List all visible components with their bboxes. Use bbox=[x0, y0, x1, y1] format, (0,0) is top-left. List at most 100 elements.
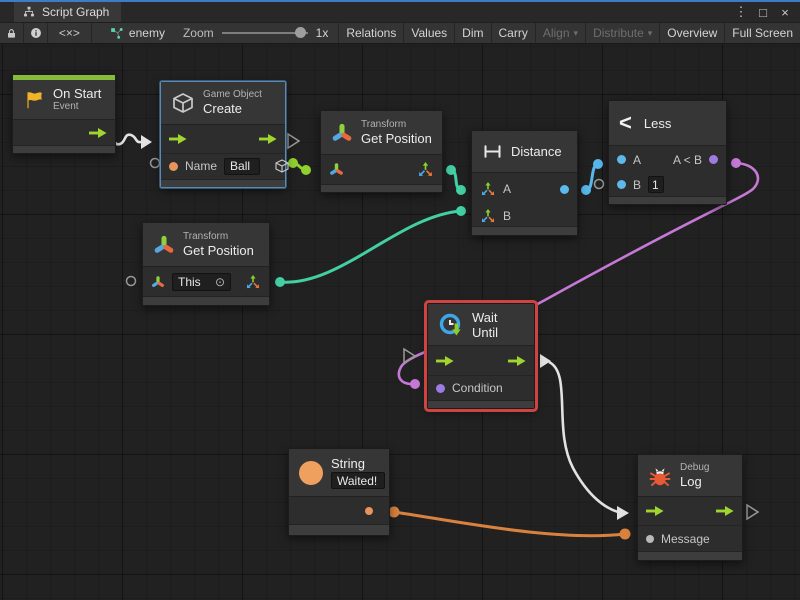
node-header: Distance bbox=[472, 131, 577, 173]
port-row: This ⊙ bbox=[143, 267, 269, 297]
node-footer bbox=[143, 297, 269, 305]
port-row: Name bbox=[161, 154, 285, 180]
result-output-port[interactable] bbox=[709, 155, 718, 164]
transform-input-port[interactable] bbox=[329, 162, 344, 177]
vector3-input-port[interactable] bbox=[480, 208, 496, 224]
port-label: A bbox=[633, 153, 641, 167]
flow-input-arrow-icon[interactable] bbox=[436, 356, 454, 366]
relations-button[interactable]: Relations bbox=[338, 23, 403, 43]
tab-title: Script Graph bbox=[42, 5, 109, 19]
carry-button[interactable]: Carry bbox=[491, 23, 535, 43]
node-title: Distance bbox=[511, 144, 562, 159]
code-icon: <×> bbox=[59, 26, 80, 40]
dim-button[interactable]: Dim bbox=[454, 23, 490, 43]
node-get-position-top[interactable]: Transform Get Position bbox=[320, 110, 443, 193]
node-header: String bbox=[289, 449, 389, 497]
a-input-port[interactable] bbox=[617, 155, 626, 164]
flow-input-arrow-icon[interactable] bbox=[646, 506, 664, 516]
cube-icon bbox=[171, 91, 195, 115]
transform-icon bbox=[331, 122, 353, 144]
node-distance[interactable]: Distance A B bbox=[471, 130, 578, 236]
flow-output-arrow-icon[interactable] bbox=[716, 506, 734, 516]
flow-output-arrow-icon[interactable] bbox=[259, 134, 277, 144]
code-preview-button[interactable]: <×> bbox=[48, 23, 92, 43]
wait-clock-icon bbox=[438, 312, 464, 338]
zoom-slider[interactable] bbox=[222, 27, 308, 39]
distance-icon bbox=[482, 141, 503, 162]
port-row: B bbox=[472, 205, 577, 227]
node-title: On Start bbox=[53, 86, 101, 102]
port-row: Message bbox=[638, 526, 742, 552]
node-string[interactable]: String bbox=[288, 448, 390, 536]
unconnected-flow-triangle bbox=[404, 349, 415, 363]
unconnected-port-circle bbox=[127, 277, 136, 286]
inspect-button[interactable] bbox=[24, 23, 48, 43]
name-input[interactable] bbox=[224, 158, 260, 175]
node-less[interactable]: < Less A A < B B bbox=[608, 100, 727, 205]
node-debug-log[interactable]: Debug Log Message bbox=[637, 454, 743, 561]
maximize-icon[interactable]: □ bbox=[754, 5, 772, 20]
string-value-input[interactable] bbox=[331, 472, 385, 489]
graph-toolbar: <×> enemy Zoom 1x Relations Values Dim C… bbox=[0, 22, 800, 44]
node-footer bbox=[472, 227, 577, 235]
unconnected-flow-triangle bbox=[288, 134, 299, 148]
graph-canvas[interactable]: On Start Event Game Object Create bbox=[0, 44, 800, 600]
object-picker-icon[interactable]: ⊙ bbox=[215, 275, 225, 289]
port-row bbox=[321, 155, 442, 185]
zoom-label: Zoom bbox=[183, 26, 214, 40]
port-row bbox=[428, 346, 534, 376]
zoom-value: 1x bbox=[316, 26, 329, 40]
node-title: String bbox=[331, 456, 385, 472]
lock-button[interactable] bbox=[0, 23, 24, 43]
node-wait-until[interactable]: Wait Until Condition bbox=[427, 303, 535, 409]
distance-output-port[interactable] bbox=[560, 185, 569, 194]
wire-distance-to-less-a bbox=[581, 159, 603, 195]
transform-input-port[interactable] bbox=[151, 275, 165, 289]
flow-output-arrow-icon[interactable] bbox=[508, 356, 526, 366]
b-input-port[interactable] bbox=[617, 180, 626, 189]
flow-output-arrow-icon[interactable] bbox=[89, 128, 107, 138]
align-button: Align▾ bbox=[535, 23, 585, 43]
vector3-output-port[interactable] bbox=[245, 274, 261, 290]
vector3-output-port[interactable] bbox=[417, 161, 434, 178]
more-icon[interactable]: ⋮ bbox=[732, 4, 750, 20]
port-row bbox=[161, 125, 285, 153]
wire-create-to-getposition bbox=[288, 158, 311, 175]
overview-button[interactable]: Overview bbox=[659, 23, 724, 43]
zoom-slider-handle[interactable] bbox=[295, 27, 306, 38]
wire-getposition-to-distance-a bbox=[446, 165, 466, 195]
node-title: Get Position bbox=[183, 243, 254, 259]
result-label: A < B bbox=[673, 153, 702, 167]
values-button[interactable]: Values bbox=[403, 23, 454, 43]
port-row bbox=[289, 497, 389, 525]
node-create-game-object[interactable]: Game Object Create Name bbox=[160, 81, 286, 188]
node-footer bbox=[13, 146, 115, 153]
node-subtitle: Transform bbox=[361, 119, 432, 131]
vector3-input-port[interactable] bbox=[480, 181, 496, 197]
tab-script-graph[interactable]: Script Graph bbox=[14, 2, 121, 22]
name-port[interactable] bbox=[169, 162, 178, 171]
flow-input-arrow-icon[interactable] bbox=[169, 134, 187, 144]
target-object-field[interactable]: This ⊙ bbox=[172, 273, 231, 291]
node-footer bbox=[638, 552, 742, 560]
string-icon bbox=[299, 461, 323, 485]
info-icon bbox=[29, 26, 43, 40]
unconnected-flow-triangle bbox=[747, 505, 758, 519]
b-value-input[interactable] bbox=[648, 176, 664, 193]
fullscreen-button[interactable]: Full Screen bbox=[724, 23, 800, 43]
node-on-start[interactable]: On Start Event bbox=[12, 74, 116, 154]
condition-input-port[interactable] bbox=[436, 384, 445, 393]
message-input-port[interactable] bbox=[646, 535, 654, 543]
flag-icon bbox=[23, 89, 45, 111]
close-icon[interactable]: × bbox=[776, 5, 794, 20]
node-subtitle: Transform bbox=[183, 231, 254, 243]
graph-breadcrumb[interactable]: enemy bbox=[101, 23, 173, 43]
node-get-position-bottom[interactable]: Transform Get Position This ⊙ bbox=[142, 222, 270, 306]
port-label: Name bbox=[185, 159, 217, 173]
game-object-output-port[interactable] bbox=[274, 158, 290, 174]
zoom-control: Zoom 1x bbox=[173, 23, 338, 43]
node-subtitle: Event bbox=[53, 101, 101, 113]
toolbar-gap bbox=[92, 23, 101, 43]
string-output-port[interactable] bbox=[365, 507, 373, 515]
node-footer bbox=[289, 525, 389, 535]
